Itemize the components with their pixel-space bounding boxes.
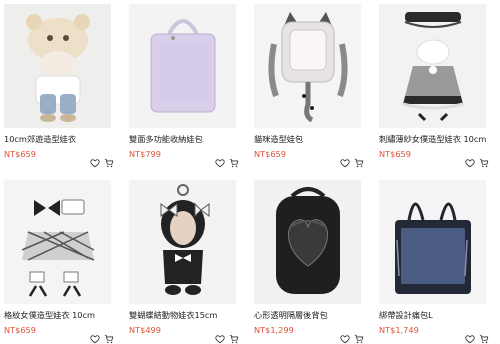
product-price: NT$1,299 <box>254 325 294 335</box>
cart-icon[interactable] <box>229 334 239 344</box>
product-grid: 10cm郊遊造型娃衣 NT$659 雙面多功能收納娃包 NT$799 貓咪造型娃… <box>0 0 500 344</box>
bow-animal-image <box>129 180 236 304</box>
heart-icon[interactable] <box>340 158 350 168</box>
cart-icon[interactable] <box>104 334 114 344</box>
product-actions <box>340 334 364 344</box>
heart-icon[interactable] <box>465 334 475 344</box>
product-image[interactable] <box>129 4 236 128</box>
cart-icon[interactable] <box>479 334 489 344</box>
product-actions <box>465 334 489 344</box>
product-price: NT$659 <box>254 149 286 159</box>
product-image[interactable] <box>254 4 361 128</box>
product-price: NT$499 <box>129 325 161 335</box>
plaid-maid-image <box>4 180 111 304</box>
product-price: NT$659 <box>4 325 36 335</box>
heart-icon[interactable] <box>90 158 100 168</box>
product-name[interactable]: 心形透明隔層後背包 <box>254 310 374 321</box>
product-image[interactable] <box>379 4 486 128</box>
cart-icon[interactable] <box>104 158 114 168</box>
product-image[interactable] <box>4 180 111 304</box>
cart-icon[interactable] <box>354 334 364 344</box>
doll-bear-hat-image <box>4 4 111 128</box>
heart-icon[interactable] <box>215 334 225 344</box>
heart-icon[interactable] <box>90 334 100 344</box>
product-price: NT$1,749 <box>379 325 419 335</box>
product-actions <box>215 158 239 168</box>
cart-icon[interactable] <box>479 158 489 168</box>
cart-icon[interactable] <box>354 158 364 168</box>
product-actions <box>215 334 239 344</box>
product-name[interactable]: 雙面多功能收納娃包 <box>129 134 249 145</box>
product-name[interactable]: 格紋女僕造型娃衣 10cm <box>4 310 124 321</box>
product-actions <box>90 158 114 168</box>
product-image[interactable] <box>379 180 486 304</box>
product-name[interactable]: 綁帶設計痛包L <box>379 310 499 321</box>
product-price: NT$659 <box>4 149 36 159</box>
product-actions <box>340 158 364 168</box>
product-name[interactable]: 刺繡薄紗女僕造型娃衣 10cm <box>379 134 499 145</box>
purple-pouch-image <box>129 4 236 128</box>
product-actions <box>90 334 114 344</box>
product-image[interactable] <box>4 4 111 128</box>
cat-bag-image <box>254 4 361 128</box>
navy-tote-image <box>379 180 486 304</box>
lace-maid-image <box>379 4 486 128</box>
heart-backpack-image <box>254 180 361 304</box>
product-actions <box>465 158 489 168</box>
heart-icon[interactable] <box>340 334 350 344</box>
heart-icon[interactable] <box>465 158 475 168</box>
product-image[interactable] <box>254 180 361 304</box>
product-image[interactable] <box>129 180 236 304</box>
product-price: NT$799 <box>129 149 161 159</box>
product-name[interactable]: 雙蝴蝶結動物娃衣15cm <box>129 310 249 321</box>
heart-icon[interactable] <box>215 158 225 168</box>
cart-icon[interactable] <box>229 158 239 168</box>
product-price: NT$659 <box>379 149 411 159</box>
product-name[interactable]: 貓咪造型娃包 <box>254 134 374 145</box>
product-name[interactable]: 10cm郊遊造型娃衣 <box>4 134 124 145</box>
